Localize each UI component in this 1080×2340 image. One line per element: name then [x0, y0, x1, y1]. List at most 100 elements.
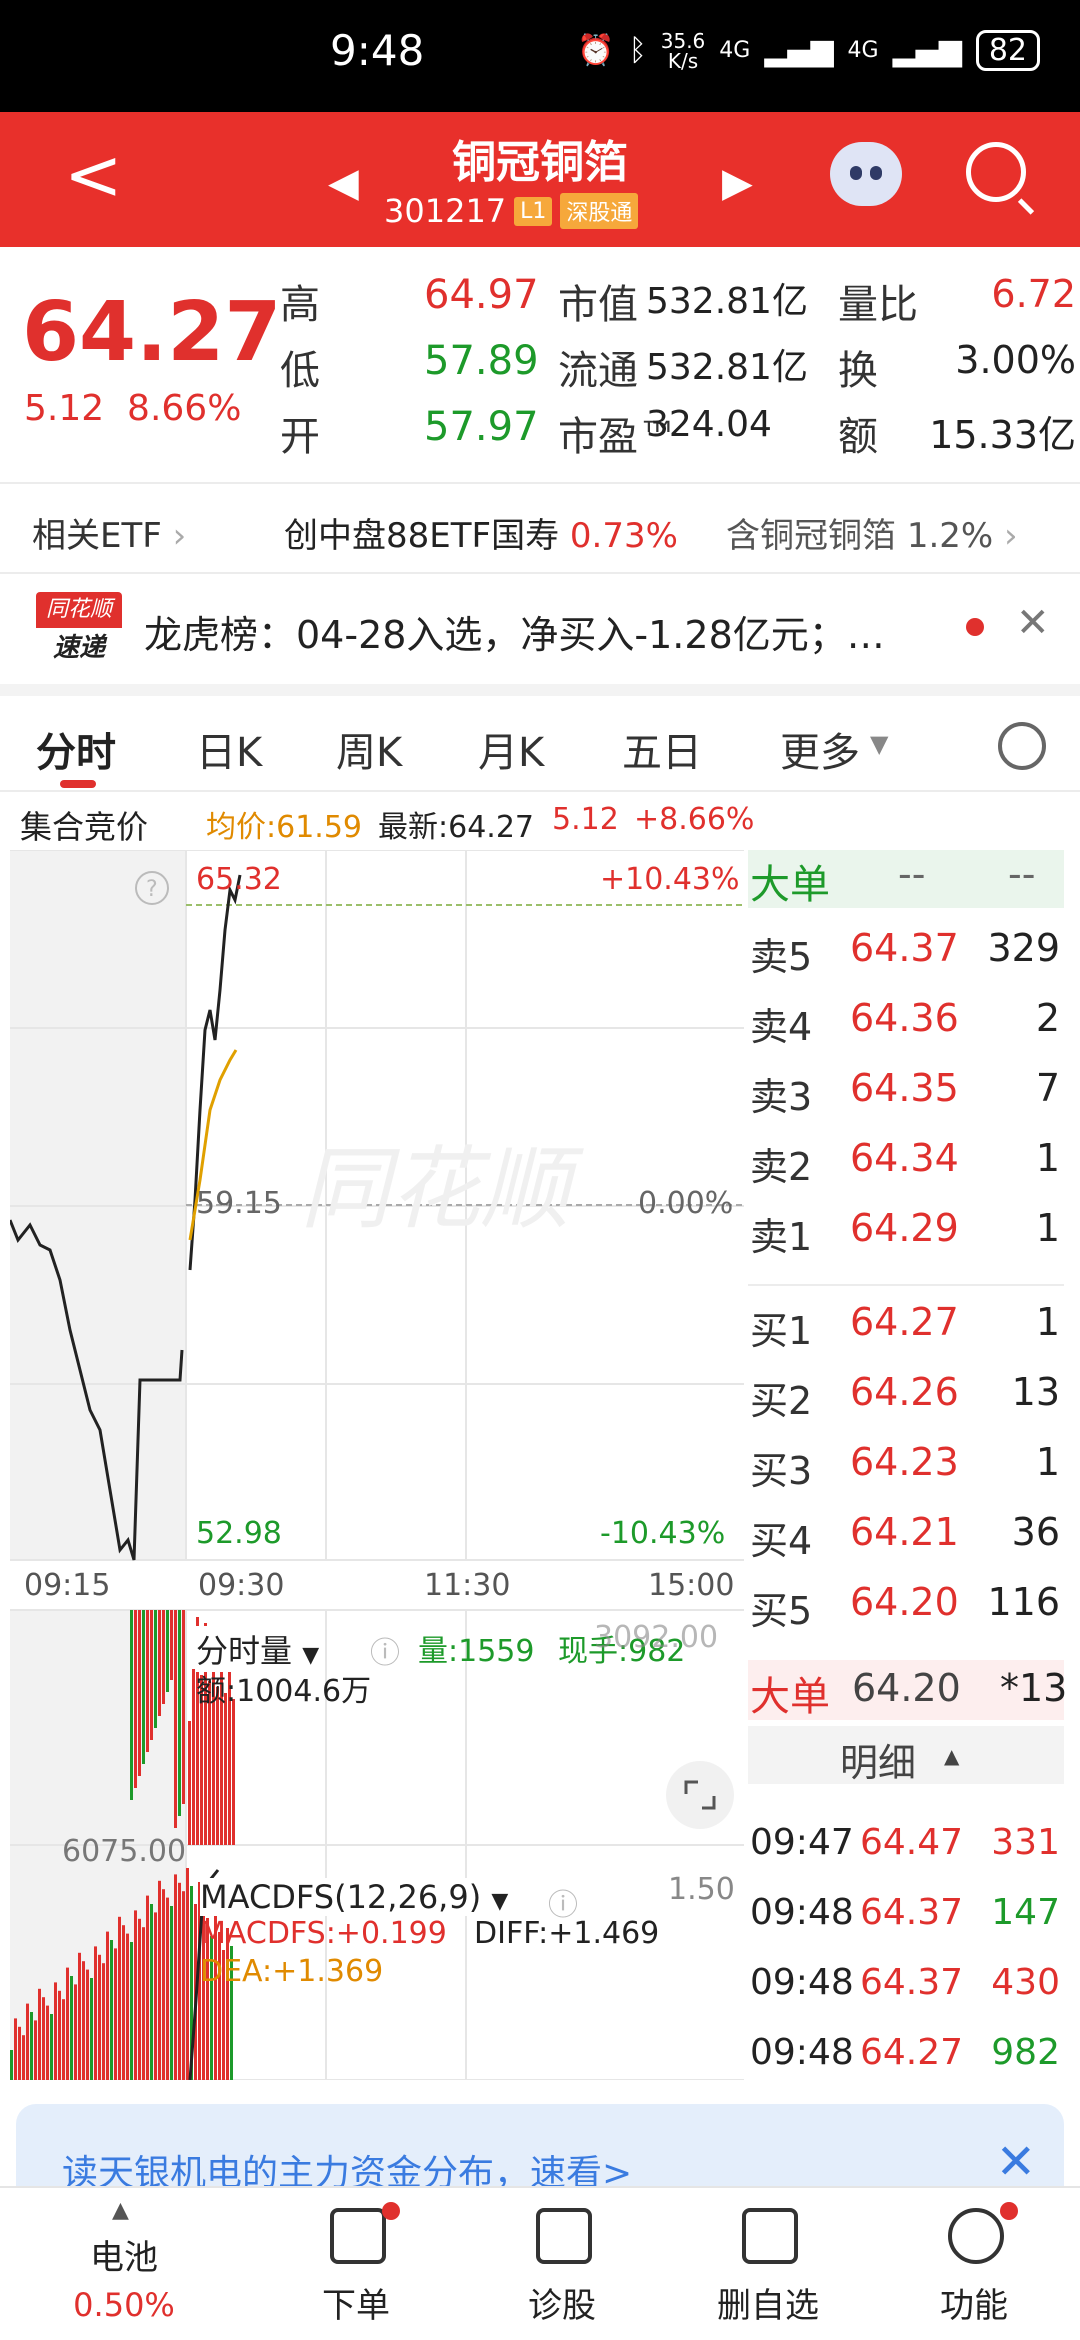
- caret-down-icon: ▼: [491, 1889, 509, 1914]
- unread-dot: [966, 618, 984, 636]
- nav-remove-watchlist[interactable]: 删自选: [688, 2188, 848, 2340]
- level-tag: L1: [514, 196, 553, 226]
- nav-diagnose[interactable]: 诊股: [482, 2188, 642, 2340]
- time-0930: 09:30: [198, 1568, 285, 1603]
- next-stock-icon[interactable]: ▶: [722, 160, 753, 206]
- diff-value: DIFF:+1.469: [474, 1916, 660, 1951]
- latest-price: 最新:64.27: [378, 810, 534, 845]
- settings-gear-icon[interactable]: [998, 722, 1046, 770]
- asks-volume: 329: [987, 926, 1060, 970]
- status-time: 9:48: [330, 26, 425, 75]
- macd-bar: [94, 1946, 97, 2080]
- etf-item-2[interactable]: 含铜冠铜箔 1.2% ›: [726, 508, 1018, 557]
- auction-label: 集合竞价: [20, 808, 149, 846]
- tab-3[interactable]: 月K: [478, 720, 544, 778]
- macd-bar: [86, 1969, 89, 2080]
- asks-label: 卖2: [750, 1145, 813, 1189]
- active-tab-indicator: [60, 780, 96, 788]
- macd-bar: [98, 1954, 101, 2080]
- close-icon[interactable]: ✕: [1016, 600, 1050, 646]
- watermark-logo: 同花顺: [300, 1137, 584, 1242]
- etf-item-1[interactable]: 创中盘88ETF国寿 0.73%: [284, 508, 678, 557]
- macd-bar: [42, 1997, 45, 2080]
- network-4g-2: 4G: [847, 38, 879, 63]
- asks-label: 卖4: [750, 1005, 813, 1049]
- tab-4[interactable]: 五日: [622, 720, 702, 778]
- bluetooth-icon: ᛒ: [628, 33, 647, 68]
- quote-value: 3.00%: [955, 338, 1076, 382]
- expand-button-bg[interactable]: [666, 1761, 734, 1829]
- macd-bar: [110, 1940, 113, 2080]
- avg-price: 均价:61.59: [206, 810, 362, 845]
- bids-volume: 1: [1035, 1440, 1060, 1484]
- quote-value: 57.89: [424, 338, 539, 384]
- quote-value: 64.97: [424, 272, 539, 318]
- ths-news-badge: 同花顺 速递: [36, 592, 122, 668]
- robot-assistant-icon[interactable]: [830, 142, 902, 206]
- chart-mid-price: 59.15: [196, 1186, 282, 1221]
- nav-order[interactable]: 下单: [276, 2188, 436, 2340]
- notification-dot: [382, 2202, 400, 2220]
- tab-2[interactable]: 周K: [336, 720, 402, 778]
- divider: [0, 482, 1080, 484]
- macd-bar: [14, 2018, 17, 2080]
- status-bar: 9:48 ⏰ ᛒ 35.6 K/s 4G ▂▄▆ 4G ▂▄▆ 82: [0, 0, 1080, 112]
- macd-bar: [10, 2050, 13, 2080]
- macd-bar: [26, 2003, 29, 2080]
- latest-change: 5.12: [552, 802, 619, 837]
- price-change: 5.12 8.66%: [24, 388, 242, 429]
- macd-indicator-select[interactable]: MACDFS(12,26,9) ▼: [200, 1878, 509, 1916]
- market-tag: 深股通: [560, 193, 639, 229]
- signal-icon: ▂▄▆: [892, 33, 962, 68]
- tab-1[interactable]: 日K: [196, 720, 262, 778]
- macd-bar: [170, 1906, 173, 2080]
- close-icon[interactable]: ✕: [996, 2134, 1036, 2190]
- search-icon[interactable]: [966, 142, 1026, 202]
- macd-bar: [30, 2012, 33, 2080]
- quote-label: 流通: [558, 348, 638, 394]
- volume-bar: [142, 1610, 145, 1764]
- asks-volume: 2: [1035, 996, 1060, 1040]
- volume-bar: [154, 1610, 157, 1728]
- volume-bar: [134, 1610, 137, 1788]
- tab-0[interactable]: 分时: [36, 720, 116, 778]
- macd-bar: [186, 1868, 189, 2080]
- tab-5[interactable]: 更多: [780, 720, 860, 778]
- chevron-right-icon: ›: [172, 516, 187, 556]
- macd-bar: [118, 1916, 121, 2080]
- quote-value: 324.04: [646, 404, 772, 445]
- big-order-vol: *13: [1000, 1666, 1068, 1710]
- bids-label: 买4: [750, 1519, 813, 1563]
- macd-bar: [50, 2014, 53, 2080]
- volume-bar: [182, 1610, 185, 1804]
- volume-bar: [170, 1610, 173, 1680]
- volume-axis-mid: 6075.00: [62, 1834, 187, 1869]
- alarm-icon: ⏰: [577, 33, 615, 68]
- asks-label: 卖5: [750, 935, 813, 979]
- bids-volume: 13: [1011, 1370, 1060, 1414]
- volume-qty: 量:1559: [418, 1634, 535, 1669]
- caret-down-icon: ▼: [870, 730, 889, 758]
- help-icon[interactable]: ⓘ: [370, 1628, 400, 1672]
- nav-function[interactable]: 功能: [894, 2188, 1054, 2340]
- caret-up-icon: ▲: [112, 2198, 129, 2223]
- macd-bar: [142, 1927, 145, 2080]
- asks-volume: 1: [1035, 1136, 1060, 1180]
- macd-bar: [38, 1988, 41, 2080]
- macd-bar: [34, 2020, 37, 2080]
- detail-toggle[interactable]: 明细 ▲: [748, 1726, 1064, 1785]
- remove-watchlist-icon: [742, 2208, 798, 2264]
- big-order-dash: --: [1008, 852, 1036, 896]
- etf-label[interactable]: 相关ETF ›: [32, 508, 186, 557]
- nav-battery-sector[interactable]: ▲ 电池 0.50%: [44, 2188, 204, 2340]
- macd-bar: [166, 1897, 169, 2080]
- news-text[interactable]: 龙虎榜：04-28入选，净买入-1.28亿元；…: [144, 604, 944, 659]
- chevron-right-icon: ›: [1004, 516, 1018, 556]
- bids-label: 买5: [750, 1589, 813, 1633]
- chart-top-pct: +10.43%: [600, 862, 740, 897]
- macd-bar: [130, 1942, 133, 2080]
- volume-bar: [224, 1693, 227, 1845]
- volume-bar: [178, 1610, 181, 1816]
- latest-change-pct: +8.66%: [634, 802, 755, 837]
- big-order-label: 大单: [750, 862, 830, 908]
